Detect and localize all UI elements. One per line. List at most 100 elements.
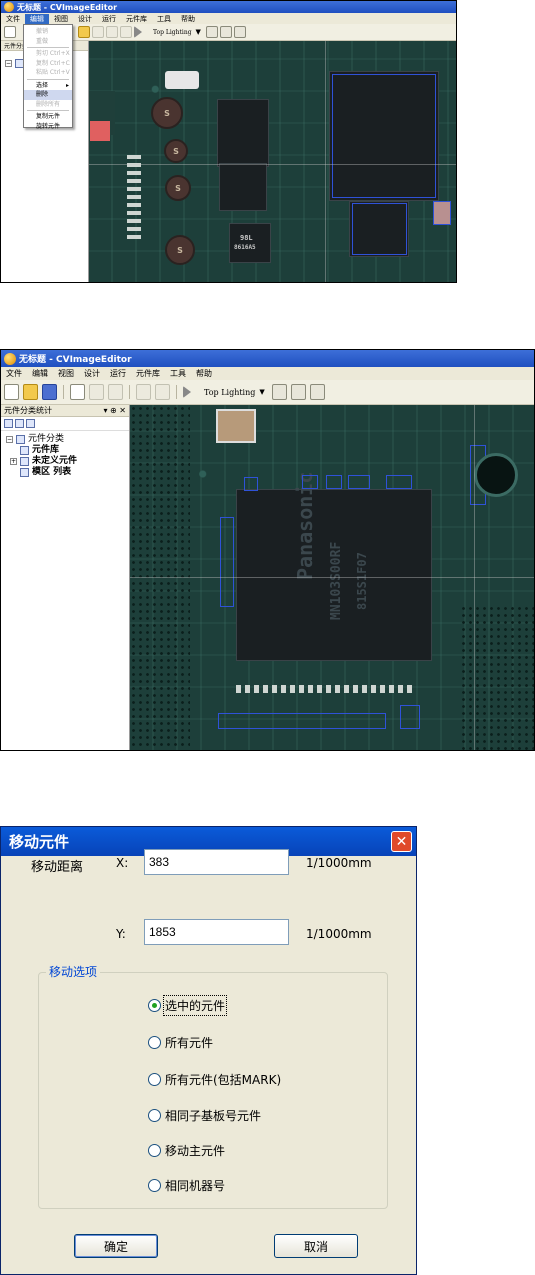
menu-item-select[interactable]: 选择 ▸ — [24, 81, 72, 91]
paste-icon[interactable] — [108, 384, 123, 400]
new-file-icon[interactable] — [4, 384, 19, 400]
chip-2 — [217, 99, 269, 167]
lighting-select[interactable]: Top Lighting ▼ — [201, 388, 268, 397]
print-icon[interactable] — [205, 26, 218, 38]
component-tree: − 元件分类 元件库 + 未定义元件 模区 列表 — [1, 431, 129, 478]
menu-item-delete[interactable]: 删除 — [24, 90, 72, 100]
menu-view[interactable]: 视图 — [49, 14, 73, 24]
menu-item-rotate-component[interactable]: 旋转元件 — [24, 122, 72, 132]
menu-tools[interactable]: 工具 — [165, 368, 191, 379]
radio-selected-components[interactable]: 选中的元件 — [148, 995, 228, 1016]
component-icon — [20, 457, 29, 466]
redo-icon[interactable] — [155, 384, 170, 400]
menu-library[interactable]: 元件库 — [131, 368, 165, 379]
menu-help[interactable]: 帮助 — [176, 14, 200, 24]
menu-item-redo[interactable]: 重做 — [24, 37, 72, 47]
menu-item-copy[interactable]: 复制 Ctrl+C — [24, 59, 72, 69]
tree-item-library[interactable]: 元件库 — [20, 445, 129, 456]
book-icon[interactable] — [219, 26, 232, 38]
radio-button[interactable] — [148, 999, 161, 1012]
menu-item-delete-all[interactable]: 删除所有 — [24, 100, 72, 110]
radio-button[interactable] — [148, 1073, 161, 1086]
menu-item-select-label: 选择 — [36, 81, 49, 89]
menu-item-copy-component[interactable]: 复制元件 — [24, 112, 72, 122]
run-icon[interactable] — [183, 386, 197, 398]
radio-label: 选中的元件 — [162, 995, 228, 1016]
open-folder-icon[interactable] — [78, 26, 90, 38]
cut-icon[interactable] — [70, 384, 85, 400]
toolbar-separator — [63, 385, 64, 399]
radio-button[interactable] — [148, 1109, 161, 1122]
x-input[interactable] — [144, 849, 289, 875]
collapse-icon[interactable]: − — [5, 60, 12, 67]
run-icon[interactable] — [134, 26, 148, 38]
list-icon — [20, 468, 29, 477]
radio-button[interactable] — [148, 1179, 161, 1192]
chevron-down-icon: ▼ — [195, 28, 201, 36]
submenu-arrow-icon: ▸ — [65, 81, 69, 89]
chip-marking-1: 98L — [240, 234, 253, 242]
collapse-icon[interactable]: − — [6, 436, 13, 443]
tree-root[interactable]: − 元件分类 — [6, 434, 129, 445]
menu-design[interactable]: 设计 — [79, 368, 105, 379]
lighting-select-value: Top Lighting — [204, 387, 256, 397]
menu-help[interactable]: 帮助 — [191, 368, 217, 379]
book-icon[interactable] — [290, 384, 306, 400]
red-marker — [90, 121, 110, 141]
paste-icon[interactable] — [106, 26, 118, 38]
menu-file[interactable]: 文件 — [1, 14, 25, 24]
undo-icon[interactable] — [136, 384, 151, 400]
lighting-select[interactable]: Top Lighting ▼ — [150, 28, 204, 36]
new-file-icon[interactable] — [4, 26, 16, 38]
radio-move-main-component[interactable]: 移动主元件 — [148, 1142, 225, 1159]
expand-icon[interactable]: + — [10, 458, 17, 465]
undo-icon[interactable] — [120, 26, 132, 38]
menubar: 文件 编辑 视图 设计 运行 元件库 工具 帮助 — [1, 13, 456, 24]
radio-button[interactable] — [148, 1144, 161, 1157]
copy-icon[interactable] — [89, 384, 104, 400]
help-icon[interactable] — [309, 384, 325, 400]
menu-tools[interactable]: 工具 — [152, 14, 176, 24]
menu-item-undo[interactable]: 撤销 — [24, 27, 72, 37]
menu-item-cut[interactable]: 剪切 Ctrl+X — [24, 49, 72, 59]
component-outline — [433, 201, 451, 225]
close-button[interactable]: ✕ — [391, 831, 412, 852]
menu-run[interactable]: 运行 — [105, 368, 131, 379]
copy-icon[interactable] — [92, 26, 104, 38]
tree-item-region-list[interactable]: 模区 列表 — [20, 467, 129, 478]
screenshot-editor-1: 无标题 - CVImageEditor 文件 编辑 视图 设计 运行 元件库 工… — [0, 0, 457, 283]
radio-label: 移动主元件 — [165, 1144, 226, 1158]
add-icon[interactable] — [15, 419, 24, 428]
panel-controls[interactable]: ▾ ⊕ ✕ — [103, 406, 126, 415]
menu-view[interactable]: 视图 — [53, 368, 79, 379]
menu-file[interactable]: 文件 — [1, 368, 27, 379]
component-outline — [386, 475, 412, 489]
refresh-icon[interactable] — [4, 419, 13, 428]
radio-all-components-with-mark[interactable]: 所有元件(包括MARK) — [148, 1071, 281, 1088]
print-icon[interactable] — [271, 384, 287, 400]
dialog-title: 移动元件 — [9, 833, 70, 851]
open-folder-icon[interactable] — [23, 384, 38, 400]
radio-same-subboard[interactable]: 相同子基板号元件 — [148, 1107, 261, 1124]
menu-design[interactable]: 设计 — [73, 14, 97, 24]
menu-run[interactable]: 运行 — [97, 14, 121, 24]
menu-library[interactable]: 元件库 — [121, 14, 152, 24]
y-input[interactable] — [144, 919, 289, 945]
tree-item-undefined[interactable]: + 未定义元件 — [10, 456, 129, 467]
help-icon[interactable] — [233, 26, 246, 38]
radio-all-components[interactable]: 所有元件 — [148, 1034, 213, 1051]
crosshair-vertical — [325, 41, 326, 282]
save-icon[interactable] — [42, 384, 57, 400]
component-outline — [326, 475, 342, 489]
menu-edit[interactable]: 编辑 — [27, 368, 53, 379]
tree-item-label: 模区 列表 — [32, 467, 72, 477]
radio-button[interactable] — [148, 1036, 161, 1049]
import-icon[interactable] — [26, 419, 35, 428]
cancel-button[interactable]: 取消 — [274, 1234, 358, 1258]
radio-same-machine[interactable]: 相同机器号 — [148, 1177, 225, 1194]
pcb-image-view[interactable]: 98L 8616A5 S S S S — [89, 41, 456, 282]
ok-button[interactable]: 确定 — [74, 1234, 158, 1258]
menu-edit[interactable]: 编辑 — [25, 13, 49, 24]
menu-item-paste[interactable]: 粘贴 Ctrl+V — [24, 68, 72, 78]
pcb-image-view[interactable]: Panasonic MN103S00RF 815S1F07 — [130, 405, 534, 750]
